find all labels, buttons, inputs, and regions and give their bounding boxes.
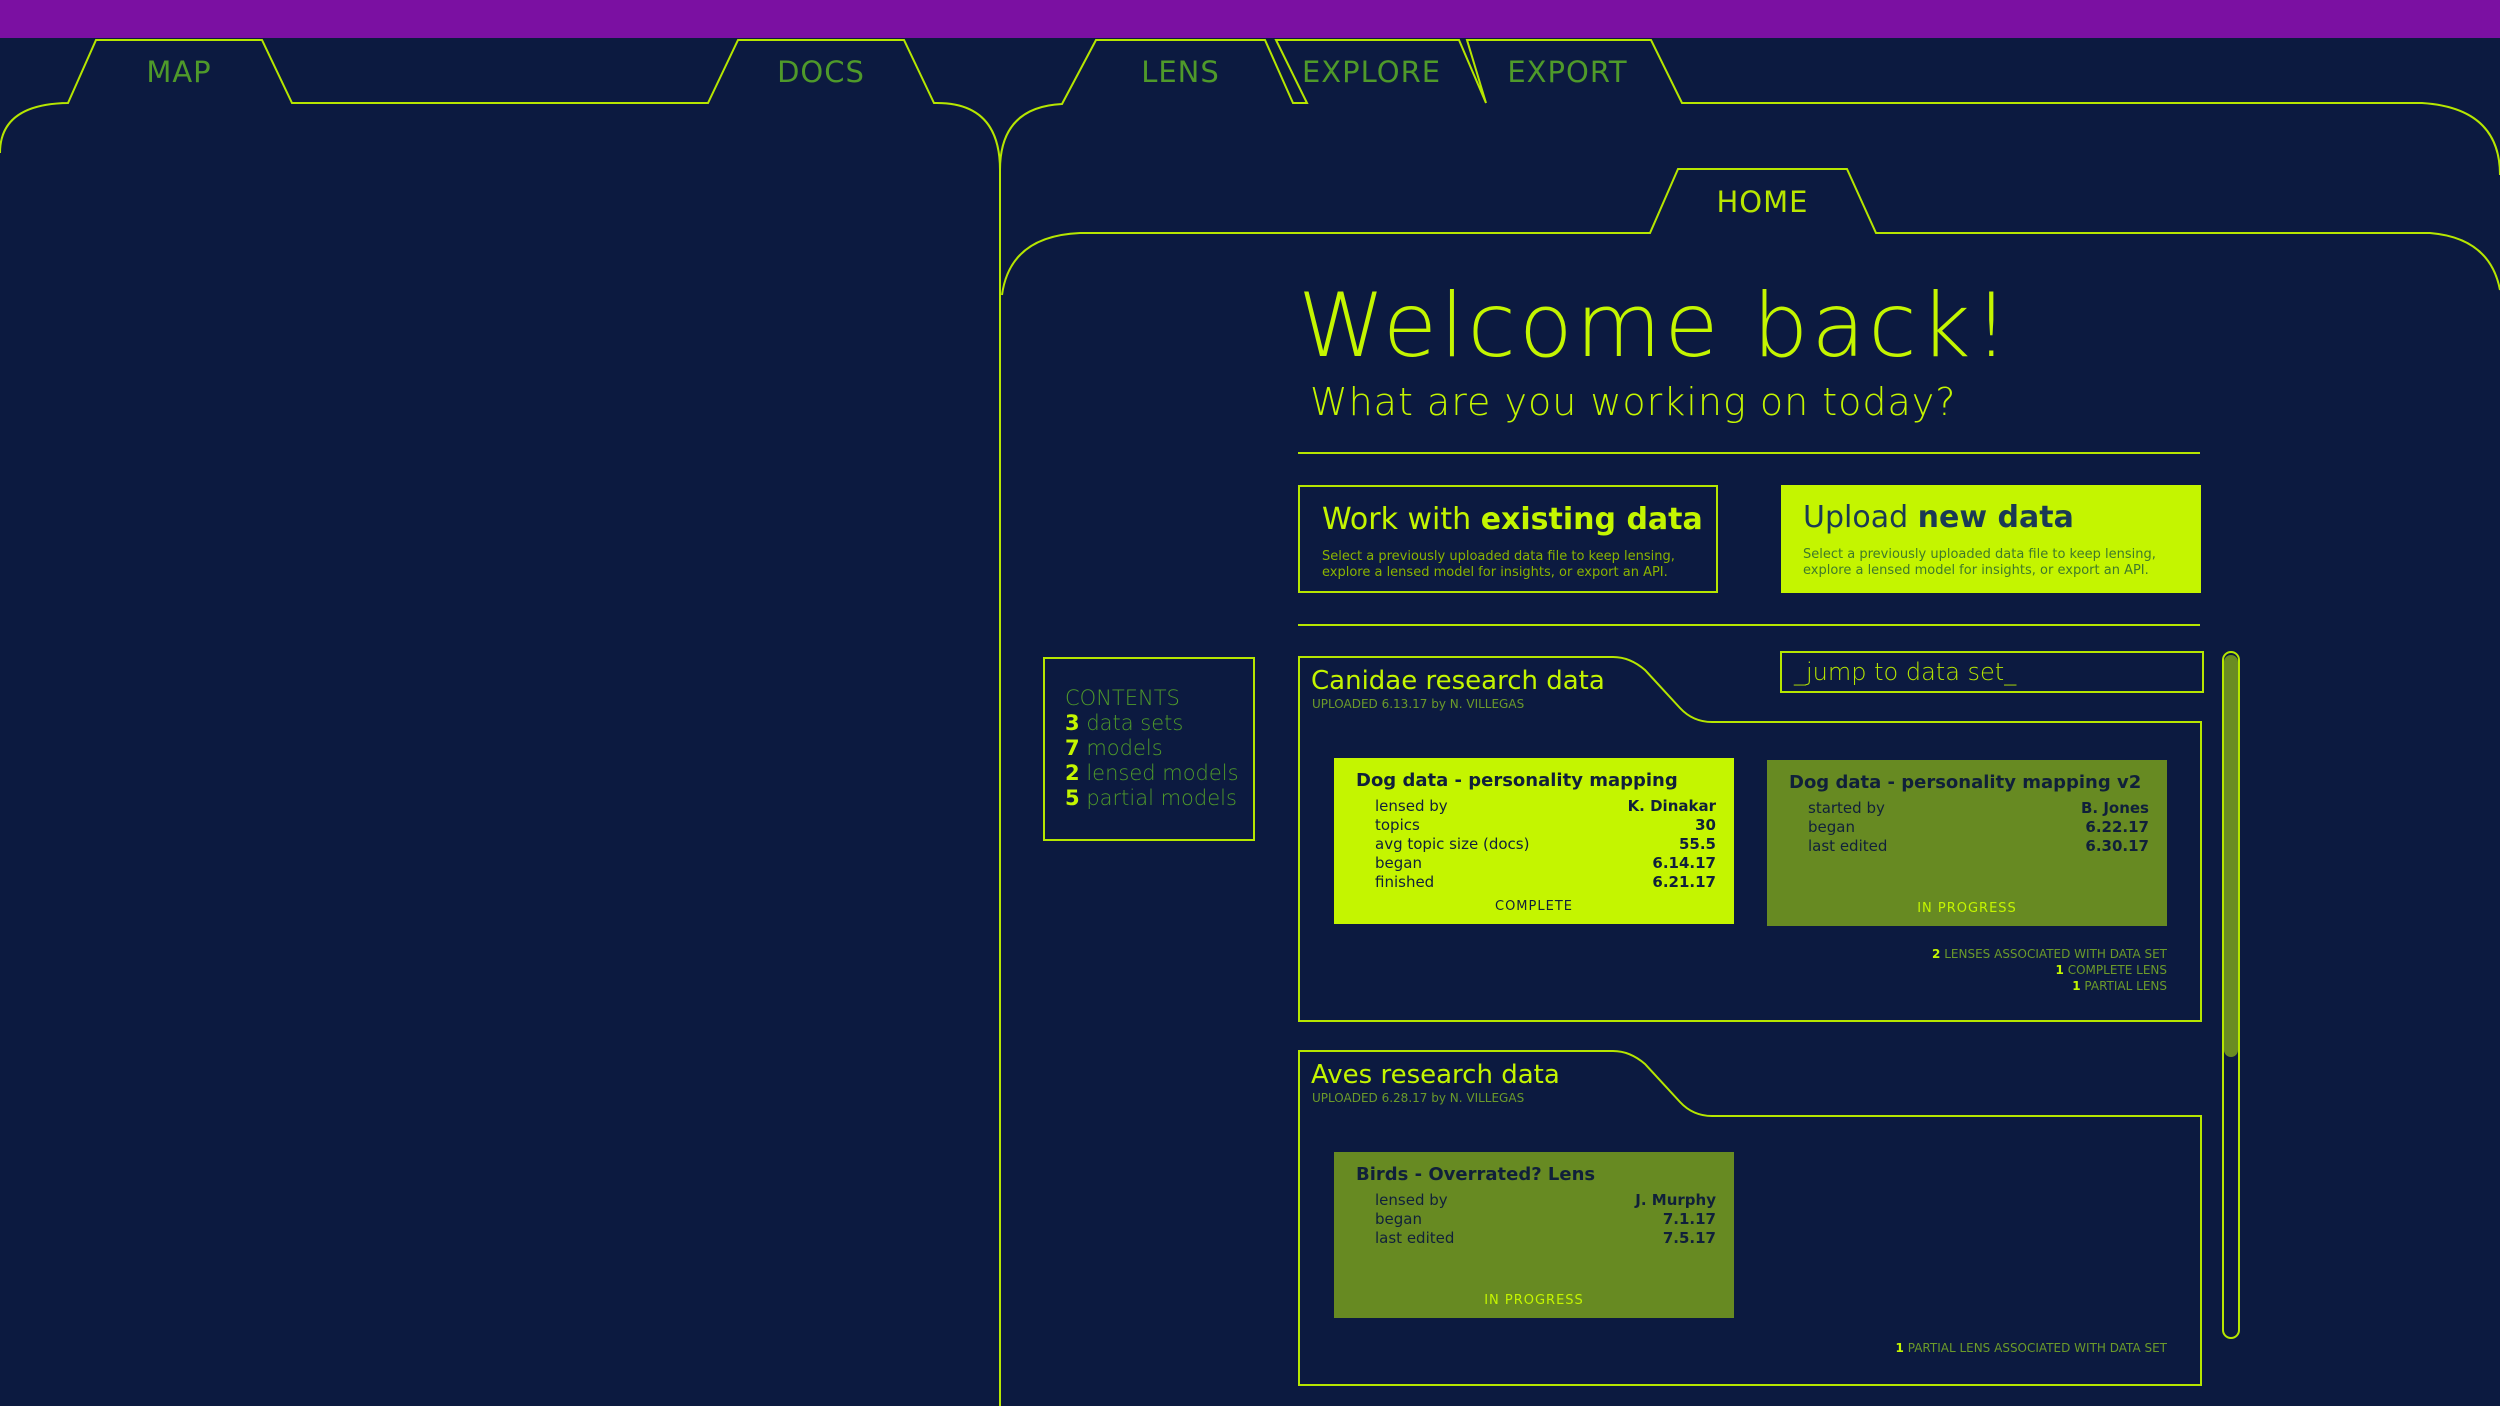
detail-value: 55.5 — [1678, 835, 1716, 853]
existing-data-bold: existing data — [1480, 502, 1703, 537]
lens-status: IN PROGRESS — [1484, 1293, 1584, 1308]
tab-export[interactable]: EXPORT — [1467, 58, 1668, 87]
detail-key: avg topic size (docs) — [1375, 835, 1530, 853]
detail-key: last edited — [1808, 837, 1888, 855]
contents-count: 3 — [1065, 711, 1080, 735]
assoc-count: 1 — [2055, 963, 2064, 977]
assoc-count: 1 — [1895, 1341, 1904, 1355]
assoc-line: 1 PARTIAL LENS — [1932, 978, 2167, 994]
detail-key: lensed by — [1375, 797, 1448, 815]
upload-data-bold: new data — [1917, 500, 2074, 535]
detail-value: 7.1.17 — [1662, 1210, 1716, 1228]
contents-item: 3 data sets — [1065, 711, 1253, 736]
contents-count: 5 — [1065, 786, 1080, 810]
detail-key: last edited — [1375, 1229, 1455, 1247]
upload-data-desc: Select a previously uploaded data file t… — [1803, 547, 2156, 578]
assoc-text: LENSES ASSOCIATED WITH DATA SET — [1944, 947, 2167, 961]
dataset-title[interactable]: Canidae research data — [1311, 668, 1605, 694]
detail-value: 6.21.17 — [1652, 873, 1716, 891]
detail-key: began — [1375, 854, 1422, 872]
lens-title: Dog data - personality mapping — [1356, 770, 1678, 791]
assoc-line: 1 PARTIAL LENS ASSOCIATED WITH DATA SET — [1896, 1340, 2167, 1356]
scrollbar-thumb[interactable] — [2224, 655, 2238, 1057]
tab-home[interactable]: HOME — [1678, 188, 1847, 217]
lens-status: COMPLETE — [1495, 899, 1573, 914]
contents-label: partial models — [1086, 786, 1237, 810]
assoc-line: 1 COMPLETE LENS — [1932, 962, 2167, 978]
welcome-subtitle: What are you working on today? — [1310, 380, 1957, 424]
lens-detail-row: lensed by K. Dinakar — [1356, 797, 1716, 816]
contents-label: lensed models — [1086, 761, 1239, 785]
assoc-count: 2 — [1932, 947, 1941, 961]
lens-detail-row: began 6.22.17 — [1789, 818, 2149, 837]
assoc-text: PARTIAL LENS — [2084, 979, 2167, 993]
lens-detail-row: finished 6.21.17 — [1356, 873, 1716, 892]
lens-detail-row: lensed by J. Murphy — [1356, 1191, 1716, 1210]
detail-key: started by — [1808, 799, 1885, 817]
detail-key: began — [1808, 818, 1855, 836]
dataset-title[interactable]: Aves research data — [1311, 1062, 1560, 1088]
lens-detail-row: last edited 7.5.17 — [1356, 1229, 1716, 1248]
detail-value: 30 — [1695, 816, 1716, 834]
lens-association-summary: 1 PARTIAL LENS ASSOCIATED WITH DATA SET — [1896, 1340, 2167, 1356]
assoc-line: 2 LENSES ASSOCIATED WITH DATA SET — [1932, 946, 2167, 962]
detail-value: J. Murphy — [1635, 1191, 1716, 1209]
contents-count: 2 — [1065, 761, 1080, 785]
lens-detail-row: began 7.1.17 — [1356, 1210, 1716, 1229]
detail-key: topics — [1375, 816, 1420, 834]
lens-card[interactable]: Dog data - personality mapping v2 starte… — [1767, 760, 2167, 926]
detail-value: 7.5.17 — [1662, 1229, 1716, 1247]
detail-value: B. Jones — [2080, 799, 2149, 817]
contents-item: 5 partial models — [1065, 786, 1253, 811]
assoc-text: COMPLETE LENS — [2067, 963, 2167, 977]
tab-lens[interactable]: LENS — [1096, 58, 1265, 87]
lens-detail-row: topics 30 — [1356, 816, 1716, 835]
contents-item: 7 models — [1065, 736, 1253, 761]
contents-label: models — [1086, 736, 1163, 760]
detail-value: 6.30.17 — [2085, 837, 2149, 855]
lens-status: IN PROGRESS — [1917, 901, 2017, 916]
lens-detail-row: last edited 6.30.17 — [1789, 837, 2149, 856]
upload-data-title: Upload new data — [1803, 503, 2179, 533]
contents-item: 2 lensed models — [1065, 761, 1253, 786]
detail-value: 6.22.17 — [2085, 818, 2149, 836]
upload-data-prefix: Upload — [1803, 500, 1909, 535]
contents-count: 7 — [1065, 736, 1080, 760]
dataset-upload-info: UPLOADED 6.13.17 by N. VILLEGAS — [1312, 697, 1525, 711]
existing-data-title: Work with existing data — [1322, 502, 1703, 537]
lens-card[interactable]: Dog data - personality mapping lensed by… — [1334, 758, 1734, 924]
detail-key: began — [1375, 1210, 1422, 1228]
detail-value: 6.14.17 — [1652, 854, 1716, 872]
lens-card[interactable]: Birds - Overrated? Lens lensed by J. Murp… — [1334, 1152, 1734, 1318]
lens-title: Birds - Overrated? Lens — [1356, 1164, 1596, 1185]
tab-map[interactable]: MAP — [96, 58, 262, 87]
contents-summary: CONTENTS 3 data sets 7 models 2 lensed m… — [1043, 657, 1255, 841]
lens-association-summary: 2 LENSES ASSOCIATED WITH DATA SET 1 COMP… — [1932, 946, 2167, 994]
lens-detail-row: started by B. Jones — [1789, 799, 2149, 818]
detail-key: lensed by — [1375, 1191, 1448, 1209]
existing-data-desc: Select a previously uploaded data file t… — [1322, 549, 1675, 580]
dataset-upload-info: UPLOADED 6.28.17 by N. VILLEGAS — [1312, 1091, 1525, 1105]
welcome-title: Welcome back! — [1298, 274, 2012, 377]
contents-label: data sets — [1086, 711, 1184, 735]
contents-heading: CONTENTS — [1065, 686, 1180, 710]
lens-title: Dog data - personality mapping v2 — [1789, 772, 2142, 793]
detail-value: K. Dinakar — [1627, 797, 1716, 815]
existing-data-prefix: Work with — [1322, 502, 1472, 537]
assoc-text: PARTIAL LENS ASSOCIATED WITH DATA SET — [1907, 1341, 2167, 1355]
existing-data-button[interactable]: Work with existing data Select a previou… — [1298, 485, 1718, 593]
lens-detail-row: avg topic size (docs) 55.5 — [1356, 835, 1716, 854]
tab-docs[interactable]: DOCS — [738, 58, 904, 87]
jump-to-dataset-input[interactable]: _jump to data set_ — [1780, 651, 2204, 693]
left-panel-outline — [0, 39, 1001, 1406]
lens-detail-row: began 6.14.17 — [1356, 854, 1716, 873]
detail-key: finished — [1375, 873, 1435, 891]
tab-explore[interactable]: EXPLORE — [1276, 58, 1467, 87]
assoc-count: 1 — [2072, 979, 2081, 993]
upload-data-button[interactable]: Upload new data Select a previously uplo… — [1781, 485, 2201, 593]
